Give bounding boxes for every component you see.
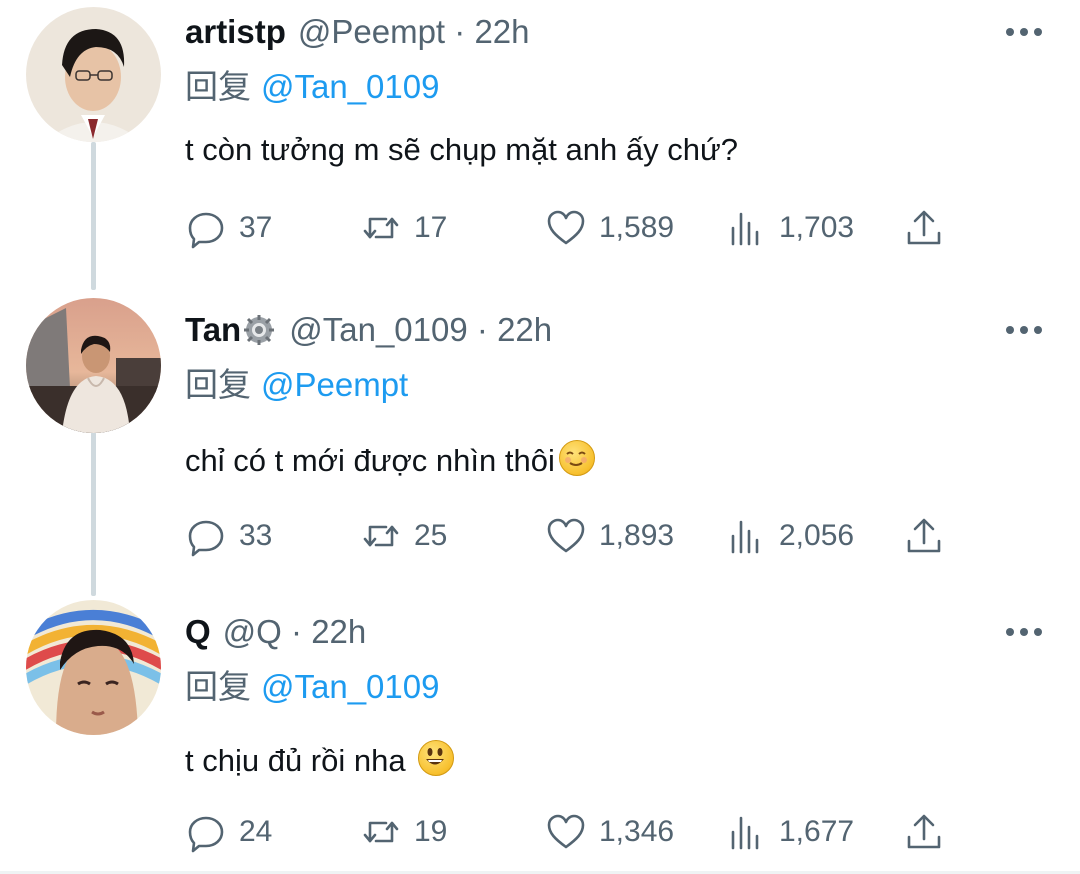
reply-button[interactable]: 37	[185, 206, 272, 250]
like-button[interactable]: 1,893	[545, 514, 674, 558]
tweet[interactable]: artistp @Peempt · 22h 回复 @Tan_0109 t còn …	[0, 0, 1080, 290]
views-button[interactable]: 1,703	[725, 206, 854, 250]
reply-context: 回复 @Tan_0109	[185, 60, 439, 108]
reply-prefix: 回复	[185, 68, 251, 105]
share-icon	[907, 210, 941, 245]
views-count: 1,677	[779, 815, 855, 848]
reply-icon	[188, 816, 224, 853]
analytics-icon	[731, 212, 759, 246]
handle[interactable]: @Peempt	[298, 13, 445, 50]
reply-icon	[188, 520, 224, 557]
heart-icon	[547, 210, 585, 245]
like-button[interactable]: 1,346	[545, 810, 674, 854]
tweet-header: Q @Q · 22h	[185, 612, 366, 652]
tweet-text: t còn tưởng m sẽ chụp mặt anh ấy chứ?	[185, 132, 738, 168]
reply-context: 回复 @Tan_0109	[185, 660, 439, 708]
handle[interactable]: @Tan_0109	[289, 311, 467, 348]
retweet-count: 25	[414, 519, 448, 552]
action-bar: 37 17 1,589 1,703	[185, 206, 945, 250]
display-name[interactable]: artistp	[185, 13, 286, 51]
views-button[interactable]: 2,056	[725, 514, 854, 558]
handle[interactable]: @Q	[223, 613, 282, 650]
reply-context: 回复 @Peempt	[185, 358, 408, 406]
tweet-text: t chịu đủ rồi nha	[185, 740, 455, 779]
retweet-icon	[363, 821, 399, 843]
avatar[interactable]	[26, 600, 161, 735]
relieved-face-emoji	[558, 440, 595, 476]
share-icon	[907, 518, 941, 553]
dot-separator: ·	[476, 311, 498, 348]
handle-and-time: @Tan_0109 · 22h	[289, 311, 552, 349]
retweet-button[interactable]: 19	[360, 810, 447, 854]
share-button[interactable]	[903, 810, 945, 854]
retweet-button[interactable]: 25	[360, 514, 447, 558]
retweet-icon	[363, 217, 399, 239]
display-name[interactable]: Tan	[185, 311, 241, 349]
gear-badge-icon	[244, 315, 275, 345]
views-count: 2,056	[779, 519, 855, 552]
views-count: 1,703	[779, 211, 855, 244]
reply-prefix: 回复	[185, 366, 251, 403]
reply-count: 24	[239, 815, 273, 848]
more-options-icon[interactable]	[1006, 622, 1042, 642]
timestamp[interactable]: 22h	[474, 13, 529, 50]
more-options-icon[interactable]	[1006, 320, 1042, 340]
display-name[interactable]: Q	[185, 613, 211, 651]
tweet-text: chỉ có t mới được nhìn thôi	[185, 440, 595, 479]
like-button[interactable]: 1,589	[545, 206, 674, 250]
reply-to-handle[interactable]: @Tan_0109	[261, 68, 439, 105]
tweet-header: artistp @Peempt · 22h	[185, 12, 530, 52]
tweet[interactable]: Tan @Tan_0109 · 22h 回复 @Peempt chỉ có t m…	[0, 298, 1080, 596]
heart-icon	[547, 518, 585, 553]
reply-icon	[188, 212, 224, 249]
more-options-icon[interactable]	[1006, 22, 1042, 42]
dot-separator: ·	[291, 613, 312, 650]
analytics-icon	[731, 520, 759, 554]
tweet-text-content: t còn tưởng m sẽ chụp mặt anh ấy chứ?	[185, 132, 738, 167]
retweet-count: 19	[414, 815, 448, 848]
handle-and-time: @Q · 22h	[223, 613, 367, 651]
reply-to-handle[interactable]: @Peempt	[261, 366, 408, 403]
reply-to-handle[interactable]: @Tan_0109	[261, 668, 439, 705]
reply-button[interactable]: 24	[185, 810, 272, 854]
timestamp[interactable]: 22h	[311, 613, 366, 650]
views-button[interactable]: 1,677	[725, 810, 854, 854]
timestamp[interactable]: 22h	[497, 311, 552, 348]
dot-separator: ·	[454, 13, 475, 50]
reply-count: 33	[239, 519, 273, 552]
action-bar: 24 19 1,346 1,677	[185, 810, 945, 854]
tweet[interactable]: Q @Q · 22h 回复 @Tan_0109 t chịu đủ rồi nha…	[0, 600, 1080, 874]
reply-prefix: 回复	[185, 668, 251, 705]
analytics-icon	[731, 816, 759, 850]
tweet-text-content: chỉ có t mới được nhìn thôi	[185, 443, 555, 478]
share-button[interactable]	[903, 514, 945, 558]
avatar[interactable]	[26, 7, 161, 142]
tweet-text-content: t chịu đủ rồi nha	[185, 743, 415, 778]
retweet-count: 17	[414, 211, 448, 244]
reply-count: 37	[239, 211, 273, 244]
reply-button[interactable]: 33	[185, 514, 272, 558]
action-bar: 33 25 1,893 2,056	[185, 514, 945, 558]
like-count: 1,346	[599, 815, 675, 848]
avatar[interactable]	[26, 298, 161, 433]
share-icon	[907, 814, 941, 849]
handle-and-time: @Peempt · 22h	[298, 13, 530, 51]
retweet-button[interactable]: 17	[360, 206, 447, 250]
share-button[interactable]	[903, 206, 945, 250]
heart-icon	[547, 814, 585, 849]
retweet-icon	[363, 525, 399, 547]
like-count: 1,893	[599, 519, 675, 552]
grinning-face-emoji	[418, 740, 455, 776]
like-count: 1,589	[599, 211, 675, 244]
tweet-header: Tan @Tan_0109 · 22h	[185, 310, 552, 350]
